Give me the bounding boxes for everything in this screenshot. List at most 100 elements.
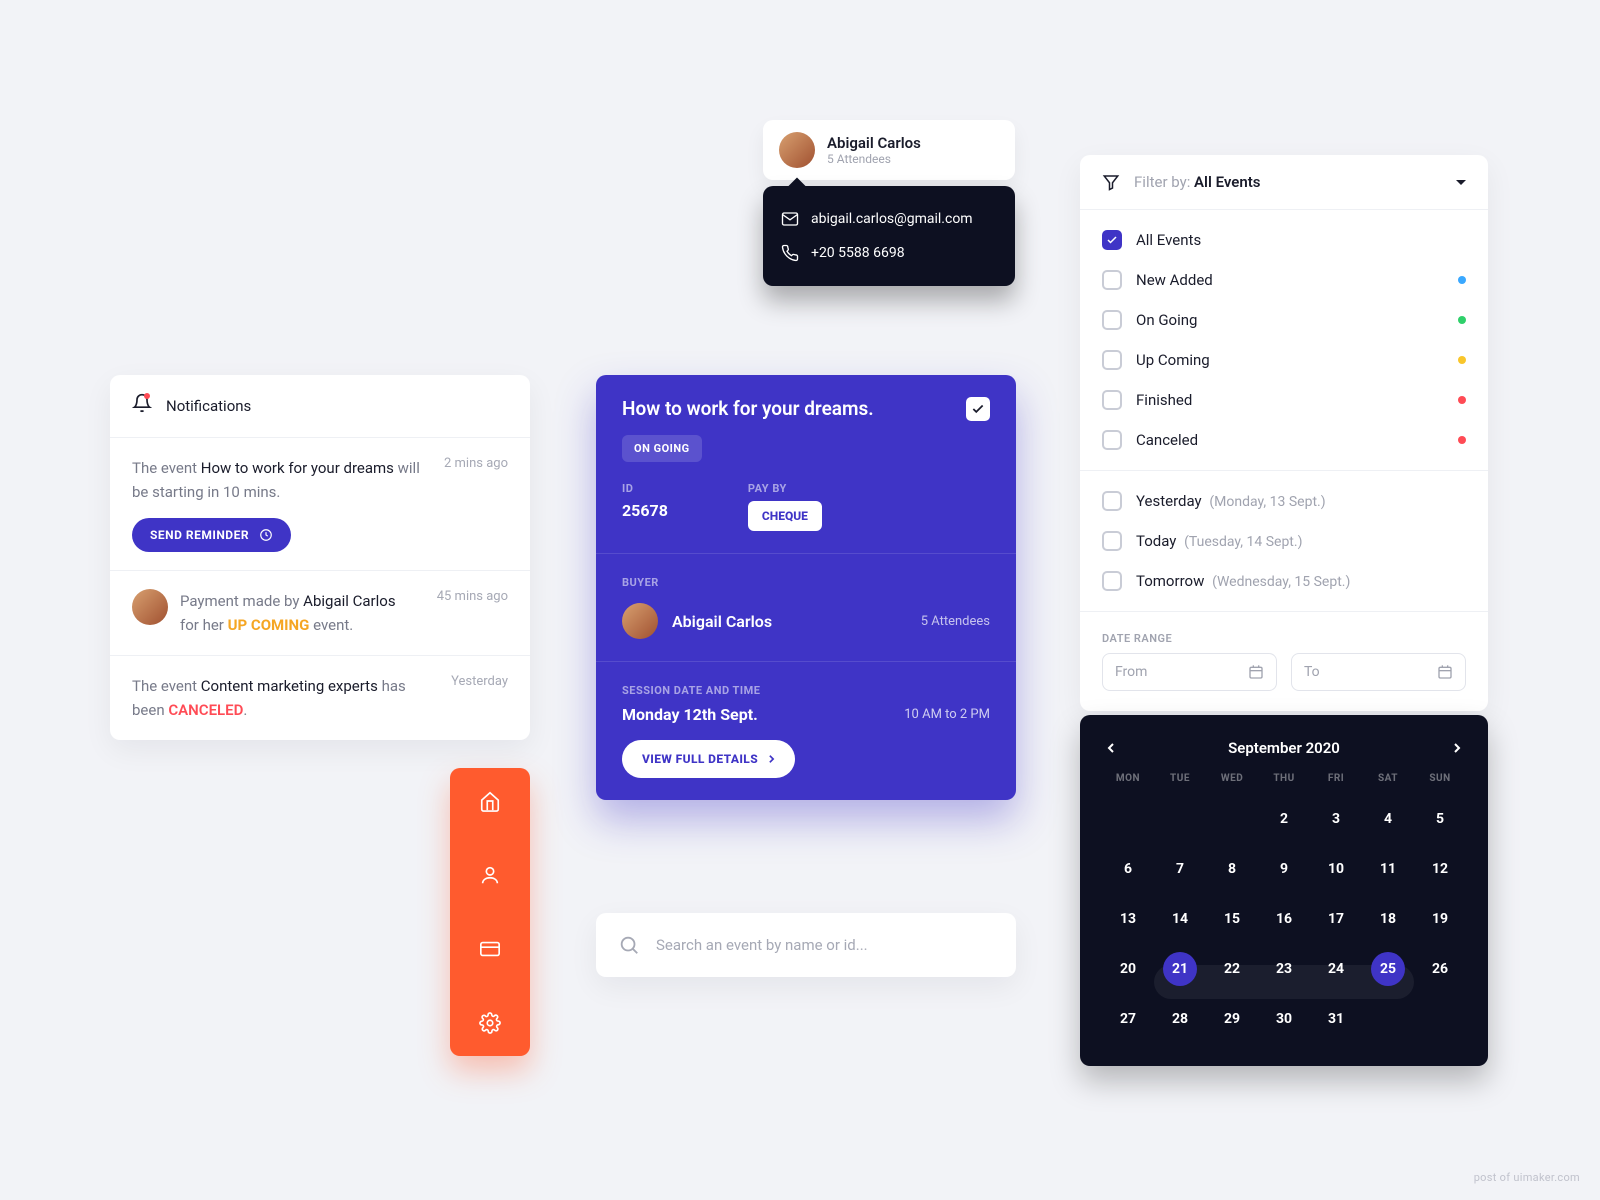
notifications-panel: Notifications The event How to work for … — [110, 375, 530, 740]
calendar-next-button[interactable] — [1452, 742, 1462, 754]
filter-date-option[interactable]: Today (Tuesday, 14 Sept.) — [1102, 521, 1466, 561]
gear-icon[interactable] — [479, 1012, 501, 1034]
calendar-day[interactable]: 19 — [1414, 898, 1466, 940]
calendar-icon — [1437, 664, 1453, 680]
search-bar[interactable] — [596, 913, 1016, 977]
calendar-day[interactable]: 24 — [1310, 948, 1362, 990]
calendar-month: September 2020 — [1228, 739, 1340, 757]
checkbox[interactable] — [1102, 390, 1122, 410]
calendar-day[interactable]: 31 — [1310, 998, 1362, 1040]
calendar-day — [1362, 998, 1414, 1040]
calendar-day[interactable]: 27 — [1102, 998, 1154, 1040]
date-to-input[interactable]: To — [1291, 653, 1466, 691]
filter-date-label: Today (Tuesday, 14 Sept.) — [1136, 532, 1302, 550]
calendar-day[interactable]: 17 — [1310, 898, 1362, 940]
contact-phone-row[interactable]: +20 5588 6698 — [781, 236, 997, 270]
calendar-weekday: WED — [1206, 773, 1258, 790]
notification-item[interactable]: Payment made by Abigail Carlos for her U… — [110, 571, 530, 656]
date-from-input[interactable]: From — [1102, 653, 1277, 691]
watermark: post of uimaker.com — [1474, 1171, 1580, 1184]
notification-time: Yesterday — [451, 674, 508, 722]
calendar-day[interactable]: 3 — [1310, 798, 1362, 840]
calendar-day[interactable]: 14 — [1154, 898, 1206, 940]
calendar-day[interactable]: 26 — [1414, 948, 1466, 990]
filter-date-option[interactable]: Tomorrow (Wednesday, 15 Sept.) — [1102, 561, 1466, 601]
filter-option[interactable]: All Events — [1102, 220, 1466, 260]
checkbox[interactable] — [1102, 531, 1122, 551]
calendar-day[interactable]: 8 — [1206, 848, 1258, 890]
payby-label: PAY BY — [748, 482, 822, 495]
calendar-day[interactable]: 2 — [1258, 798, 1310, 840]
calendar-day[interactable]: 25 — [1362, 948, 1414, 990]
card-icon[interactable] — [479, 938, 501, 960]
calendar-day[interactable]: 20 — [1102, 948, 1154, 990]
filter-label: Filter by: All Events — [1134, 173, 1442, 191]
calendar-day[interactable]: 4 — [1362, 798, 1414, 840]
calendar-day[interactable]: 18 — [1362, 898, 1414, 940]
contact-phone: +20 5588 6698 — [811, 245, 905, 261]
event-checkbox[interactable] — [966, 397, 990, 421]
calendar-day[interactable]: 9 — [1258, 848, 1310, 890]
filter-option-label: On Going — [1136, 311, 1197, 329]
calendar-prev-button[interactable] — [1106, 742, 1116, 754]
calendar-day[interactable]: 13 — [1102, 898, 1154, 940]
status-dot — [1458, 356, 1466, 364]
notification-item[interactable]: The event Content marketing experts has … — [110, 656, 530, 740]
filter-option-label: Canceled — [1136, 431, 1198, 449]
contact-email: abigail.carlos@gmail.com — [811, 211, 973, 227]
filter-option-label: All Events — [1136, 231, 1201, 249]
filter-header[interactable]: Filter by: All Events — [1080, 155, 1488, 210]
status-dot — [1458, 316, 1466, 324]
filter-option[interactable]: Finished — [1102, 380, 1466, 420]
home-icon[interactable] — [479, 790, 501, 812]
contact-header[interactable]: Abigail Carlos 5 Attendees — [763, 120, 1015, 180]
calendar-day — [1414, 998, 1466, 1040]
calendar-day[interactable]: 21 — [1154, 948, 1206, 990]
filter-option[interactable]: Up Coming — [1102, 340, 1466, 380]
avatar — [132, 589, 168, 625]
calendar-day[interactable]: 10 — [1310, 848, 1362, 890]
phone-icon — [781, 244, 799, 262]
calendar-day[interactable]: 5 — [1414, 798, 1466, 840]
checkbox[interactable] — [1102, 310, 1122, 330]
calendar-day[interactable]: 7 — [1154, 848, 1206, 890]
calendar-day[interactable]: 22 — [1206, 948, 1258, 990]
contact-name: Abigail Carlos — [827, 134, 921, 152]
calendar-day[interactable]: 6 — [1102, 848, 1154, 890]
filter-date-option[interactable]: Yesterday (Monday, 13 Sept.) — [1102, 481, 1466, 521]
avatar — [622, 603, 658, 639]
calendar-day — [1102, 798, 1154, 840]
calendar-day[interactable]: 28 — [1154, 998, 1206, 1040]
view-details-button[interactable]: VIEW FULL DETAILS — [622, 740, 795, 778]
contact-email-row[interactable]: abigail.carlos@gmail.com — [781, 202, 997, 236]
checkbox[interactable] — [1102, 230, 1122, 250]
search-input[interactable] — [656, 936, 994, 954]
filter-option[interactable]: On Going — [1102, 300, 1466, 340]
filter-option[interactable]: New Added — [1102, 260, 1466, 300]
checkbox[interactable] — [1102, 571, 1122, 591]
calendar-day[interactable]: 15 — [1206, 898, 1258, 940]
send-reminder-button[interactable]: SEND REMINDER — [132, 518, 291, 552]
checkbox[interactable] — [1102, 491, 1122, 511]
calendar-day[interactable]: 12 — [1414, 848, 1466, 890]
checkbox[interactable] — [1102, 430, 1122, 450]
calendar-day[interactable]: 16 — [1258, 898, 1310, 940]
filter-option[interactable]: Canceled — [1102, 420, 1466, 460]
calendar-day[interactable]: 11 — [1362, 848, 1414, 890]
chevron-down-icon — [1456, 180, 1466, 190]
calendar-day[interactable]: 30 — [1258, 998, 1310, 1040]
contact-details: abigail.carlos@gmail.com +20 5588 6698 — [763, 186, 1015, 286]
notification-item[interactable]: The event How to work for your dreams wi… — [110, 438, 530, 571]
calendar-day[interactable]: 23 — [1258, 948, 1310, 990]
filter-icon — [1102, 173, 1120, 191]
checkbox[interactable] — [1102, 350, 1122, 370]
checkbox[interactable] — [1102, 270, 1122, 290]
date-range-label: DATE RANGE — [1102, 622, 1466, 653]
calendar-day[interactable]: 29 — [1206, 998, 1258, 1040]
filter-option-label: Finished — [1136, 391, 1192, 409]
session-label: SESSION DATE AND TIME — [622, 684, 990, 697]
calendar-icon — [1248, 664, 1264, 680]
calendar-weekday: SAT — [1362, 773, 1414, 790]
status-dot — [1458, 436, 1466, 444]
user-icon[interactable] — [479, 864, 501, 886]
